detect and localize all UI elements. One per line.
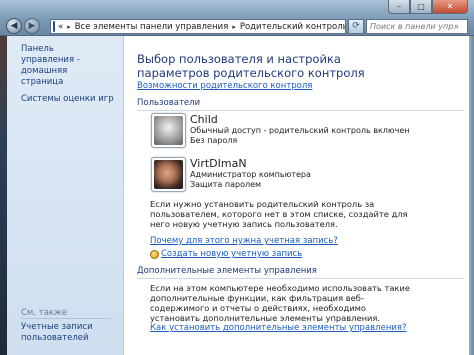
create-account-info-text: Если нужно установить родительский контр…	[150, 199, 408, 229]
back-arrow-icon: ◀	[10, 21, 18, 31]
refresh-icon: ⟳	[352, 21, 360, 31]
extra-controls-divider	[137, 278, 463, 279]
forward-arrow-icon: ▶	[28, 21, 36, 31]
sidebar-link-control-panel-home[interactable]: Панель управления - домашняя страница	[21, 44, 109, 88]
sidebar-link-user-accounts[interactable]: Учетные записи пользователей	[21, 322, 111, 344]
close-button[interactable]: ✕	[432, 0, 468, 14]
shield-icon	[150, 249, 159, 259]
parental-control-options-link[interactable]: Возможности родительского контроля	[137, 81, 312, 91]
why-account-needed-link[interactable]: Почему для этого нужна учетная запись?	[150, 236, 338, 246]
user-password-status: Защита паролем	[190, 180, 262, 189]
sidebar-link-game-ratings[interactable]: Системы оценки игр	[21, 94, 123, 105]
maximize-button[interactable]: □	[410, 0, 432, 14]
extra-controls-group-label: Дополнительные элементы управления	[137, 266, 317, 276]
user-tile-child[interactable]: Child Обычный доступ - родительский конт…	[151, 113, 410, 148]
window-titlebar: – □ ✕ ◀ ▶ « ▸ Все элементы панели управл…	[0, 0, 474, 36]
create-account-row[interactable]: Создать новую учетную запись	[150, 249, 302, 259]
back-button[interactable]: ◀	[6, 18, 22, 34]
address-overflow-chevron[interactable]: «	[58, 22, 63, 32]
user-name: Child	[190, 113, 218, 126]
control-panel-icon	[53, 21, 55, 32]
sidebar: Панель управления - домашняя страница Си…	[7, 36, 124, 355]
main-content: Выбор пользователя и настройка параметро…	[124, 36, 469, 355]
create-account-link[interactable]: Создать новую учетную запись	[161, 249, 302, 259]
see-also-label: См. также	[21, 308, 67, 318]
address-bar[interactable]: « ▸ Все элементы панели управления ▸ Род…	[50, 19, 346, 34]
user-photo-avatar	[154, 160, 183, 189]
forward-button[interactable]: ▶	[24, 18, 40, 34]
user-account-type: Администратор компьютера	[190, 170, 311, 179]
user-tile-virtdiman[interactable]: VirtDImaN Администратор компьютера Защит…	[151, 157, 311, 192]
users-group-divider	[137, 110, 463, 111]
user-account-type: Обычный доступ - родительский контроль в…	[190, 126, 410, 135]
search-icon[interactable]: ⌕	[454, 22, 459, 32]
how-to-install-controls-link[interactable]: Как установить дополнительные элементы у…	[150, 323, 407, 333]
minimize-button[interactable]: –	[388, 0, 410, 14]
user-avatar	[151, 157, 186, 192]
breadcrumb-all-items[interactable]: Все элементы панели управления	[75, 22, 229, 32]
user-password-status: Без пароля	[190, 136, 238, 145]
breadcrumb-parental-control[interactable]: Родительский контроль	[240, 22, 345, 32]
breadcrumb-separator-icon[interactable]: ▸	[67, 23, 71, 31]
see-also-divider	[21, 318, 111, 319]
robot-avatar-icon	[154, 116, 183, 145]
breadcrumb-separator-icon[interactable]: ▸	[232, 23, 236, 31]
window-caption-buttons: – □ ✕	[388, 0, 468, 14]
extra-controls-info-text: Если на этом компьютере необходимо испол…	[150, 283, 410, 323]
users-group-label: Пользователи	[137, 98, 201, 108]
user-name: VirtDImaN	[190, 157, 247, 170]
search-box[interactable]: ⌕	[366, 19, 468, 34]
user-avatar	[151, 113, 186, 148]
refresh-button[interactable]: ⟳	[348, 19, 364, 34]
page-title: Выбор пользователя и настройка параметро…	[137, 52, 365, 80]
search-input[interactable]	[370, 22, 454, 31]
window-right-border	[469, 36, 474, 355]
